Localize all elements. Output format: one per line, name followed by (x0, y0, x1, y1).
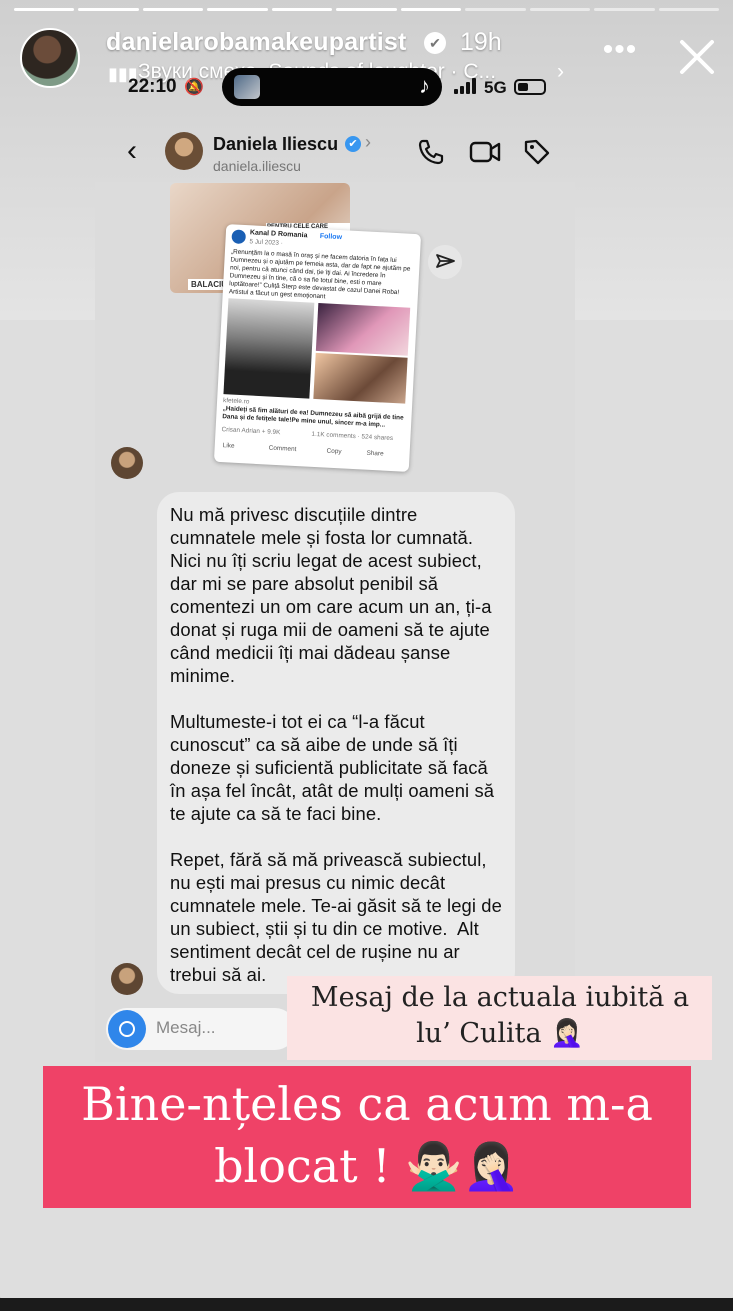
progress-segment (78, 8, 139, 11)
post-card[interactable]: Kanal D Romania Follow 5 Jul 2023 · „Ren… (213, 224, 422, 472)
post-share-action[interactable]: Share (366, 450, 383, 459)
phone-status-time: 22:10 (128, 76, 177, 97)
message-text: Nu mă privesc discuțiile dintre cumnatel… (170, 504, 502, 985)
signal-strength-icon (454, 78, 476, 94)
dynamic-island: ♪ (222, 68, 442, 106)
post-photo-woman-1 (315, 302, 411, 356)
post-reactions: Crisan Adrian + 9.9K (221, 426, 281, 437)
progress-segment (142, 8, 204, 11)
network-type: 5G (484, 78, 507, 97)
progress-segment (207, 8, 268, 11)
message-input[interactable]: Mesaj... (156, 1018, 216, 1038)
progress-segment (658, 8, 719, 11)
progress-segment (271, 8, 333, 11)
back-chevron-icon[interactable]: ‹ (127, 134, 137, 168)
media-thumbnail (234, 75, 260, 99)
progress-segment (529, 8, 591, 11)
bell-muted-icon: 🔕 (184, 79, 204, 96)
post-like-action[interactable]: Like (223, 442, 235, 451)
story-bottom-edge (0, 1298, 733, 1311)
post-date: 5 Jul 2023 · (249, 238, 284, 248)
story-author-avatar[interactable] (20, 28, 80, 88)
story-timestamp: 19h (460, 28, 502, 56)
dm-header: ‹ Daniela Iliescu ✔ › daniela.iliescu (95, 120, 575, 182)
story-username[interactable]: danielarobamakeupartist (106, 28, 407, 57)
more-options-icon[interactable]: ••• (600, 35, 640, 68)
send-share-icon[interactable] (428, 245, 462, 279)
chevron-right-icon[interactable]: › (557, 60, 564, 84)
post-caption: „Renunțăm la o masă în oraș și ne facem … (228, 248, 411, 301)
sender-avatar[interactable] (111, 963, 143, 995)
contact-name[interactable]: Daniela Iliescu (213, 134, 338, 155)
close-icon[interactable] (674, 34, 720, 80)
progress-segment (594, 8, 655, 11)
caption-text-1: Mesaj de la actuala iubită a lu’ Culita … (310, 982, 690, 1049)
post-follow-link[interactable]: Follow (320, 233, 343, 243)
story-viewer[interactable]: danielarobamakeupartist ✔ 19h ▮▮▮ Звуки … (0, 0, 733, 1311)
battery-icon (514, 79, 546, 95)
post-comment-action[interactable]: Comment (268, 445, 297, 454)
post-stats: 1.1K comments · 524 shares (311, 430, 394, 443)
progress-segment (465, 8, 526, 11)
contact-avatar[interactable] (165, 132, 203, 170)
video-camera-icon[interactable] (469, 138, 501, 166)
contact-handle: daniela.iliescu (213, 158, 301, 174)
sender-avatar[interactable] (111, 447, 143, 479)
post-photo-woman-2 (313, 352, 408, 404)
verified-badge-icon: ✔ (345, 136, 361, 152)
verified-badge-icon: ✔ (424, 32, 446, 54)
tag-icon[interactable] (523, 138, 551, 166)
progress-segment (336, 8, 397, 11)
page-avatar (231, 229, 247, 245)
post-copy-action[interactable]: Copy (326, 448, 341, 457)
post-photo-man (223, 298, 315, 399)
story-progress-bar (14, 8, 719, 11)
caption-text-2: Bine-nțeles ca acum m-a blocat ! 🙅🏻‍♂️🤦🏻… (81, 1077, 653, 1193)
chevron-right-icon[interactable]: › (365, 132, 371, 153)
progress-segment (14, 8, 75, 11)
camera-icon[interactable] (108, 1010, 146, 1048)
phone-icon[interactable] (417, 138, 445, 166)
shared-post-attachment[interactable]: PENTRU CELE CARE DORESC BALACIU DANI... … (170, 183, 422, 472)
tiktok-icon: ♪ (419, 73, 430, 98)
progress-segment (400, 8, 462, 11)
